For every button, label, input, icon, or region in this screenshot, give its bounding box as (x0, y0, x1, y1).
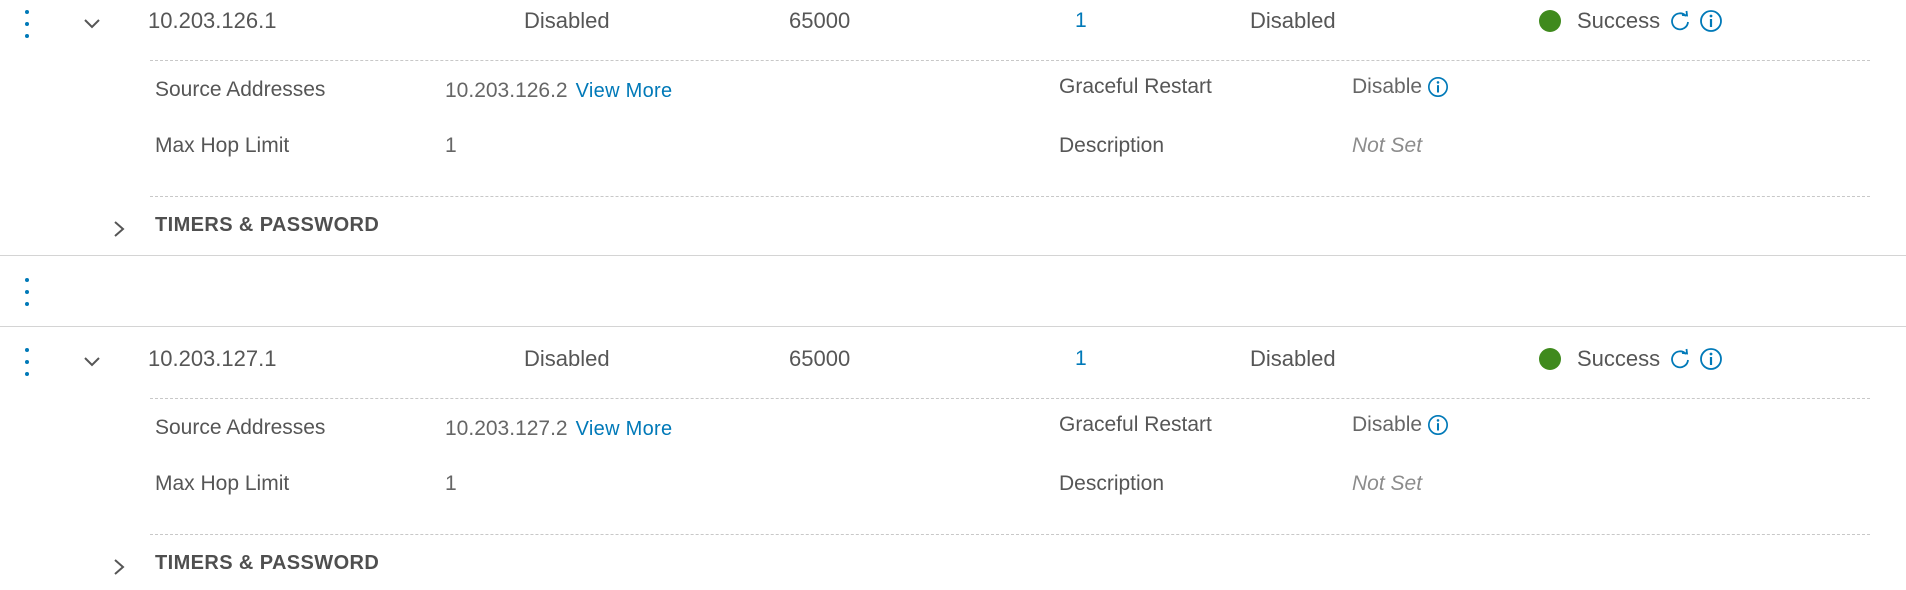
view-more-link[interactable]: View More (576, 418, 673, 441)
allowas-in-status: Disabled (1250, 8, 1336, 33)
info-icon[interactable] (1426, 413, 1450, 437)
graceful-restart-text: Disable (1352, 75, 1423, 98)
max-hop-limit-value: 1 (445, 134, 457, 157)
max-hop-limit-label: Max Hop Limit (155, 472, 290, 495)
status-text: Success (1577, 8, 1661, 33)
source-address: 10.203.126.2 (445, 79, 568, 102)
graceful-restart-label: Graceful Restart (1059, 413, 1212, 436)
info-icon[interactable] (1426, 75, 1450, 99)
divider (150, 534, 1870, 535)
graceful-restart-value: Disable (1352, 75, 1450, 99)
status-cell: Success (1539, 346, 1724, 372)
chevron-down-icon[interactable] (82, 16, 102, 30)
datagrid-row: 10.203.127.1 Disabled 65000 1 Disabled S… (0, 338, 1906, 590)
datagrid-row: 10.203.126.1 Disabled 65000 1 Disabled S… (0, 0, 1906, 255)
neighbor-ip: 10.203.126.1 (148, 8, 277, 33)
graceful-restart-text: Disable (1352, 413, 1423, 436)
row-separator (0, 326, 1906, 327)
address-family-count-link[interactable]: 1 (1075, 347, 1087, 371)
source-addresses-value: 10.203.127.2 View More (445, 417, 672, 441)
max-hop-limit-value: 1 (445, 472, 457, 495)
bfd-status: Disabled (524, 346, 610, 371)
divider (150, 60, 1870, 61)
address-family-count-link[interactable]: 1 (1075, 9, 1087, 33)
row-actions-menu-icon[interactable] (20, 10, 34, 38)
description-value: Not Set (1352, 472, 1423, 495)
remote-as: 65000 (789, 8, 851, 33)
divider (150, 196, 1870, 197)
refresh-icon[interactable] (1668, 347, 1692, 371)
success-status-icon (1539, 10, 1561, 32)
source-address: 10.203.127.2 (445, 417, 568, 440)
success-status-icon (1539, 348, 1561, 370)
row-actions-menu-icon[interactable] (20, 348, 34, 376)
status-text: Success (1577, 346, 1661, 371)
source-addresses-label: Source Addresses (155, 416, 326, 439)
neighbor-ip: 10.203.127.1 (148, 346, 277, 371)
graceful-restart-label: Graceful Restart (1059, 75, 1212, 98)
bfd-status: Disabled (524, 8, 610, 33)
source-addresses-value: 10.203.126.2 View More (445, 79, 672, 103)
bgp-neighbors-datagrid: 10.203.126.1 Disabled 65000 1 Disabled S… (0, 0, 1906, 590)
datagrid-row (0, 256, 1906, 326)
refresh-icon[interactable] (1668, 9, 1692, 33)
description-label: Description (1059, 134, 1165, 157)
allowas-in-status: Disabled (1250, 346, 1336, 371)
chevron-right-icon[interactable] (112, 219, 126, 239)
source-addresses-label: Source Addresses (155, 78, 326, 101)
divider (150, 398, 1870, 399)
row-actions-menu-icon[interactable] (20, 278, 34, 306)
timers-password-section-toggle[interactable]: TIMERS & PASSWORD (155, 552, 379, 575)
description-value: Not Set (1352, 134, 1423, 157)
max-hop-limit-label: Max Hop Limit (155, 134, 290, 157)
chevron-down-icon[interactable] (82, 354, 102, 368)
view-more-link[interactable]: View More (576, 80, 673, 103)
graceful-restart-value: Disable (1352, 413, 1450, 437)
info-icon[interactable] (1698, 346, 1724, 372)
chevron-right-icon[interactable] (112, 557, 126, 577)
description-label: Description (1059, 472, 1165, 495)
timers-password-section-toggle[interactable]: TIMERS & PASSWORD (155, 214, 379, 237)
status-cell: Success (1539, 8, 1724, 34)
remote-as: 65000 (789, 346, 851, 371)
info-icon[interactable] (1698, 8, 1724, 34)
